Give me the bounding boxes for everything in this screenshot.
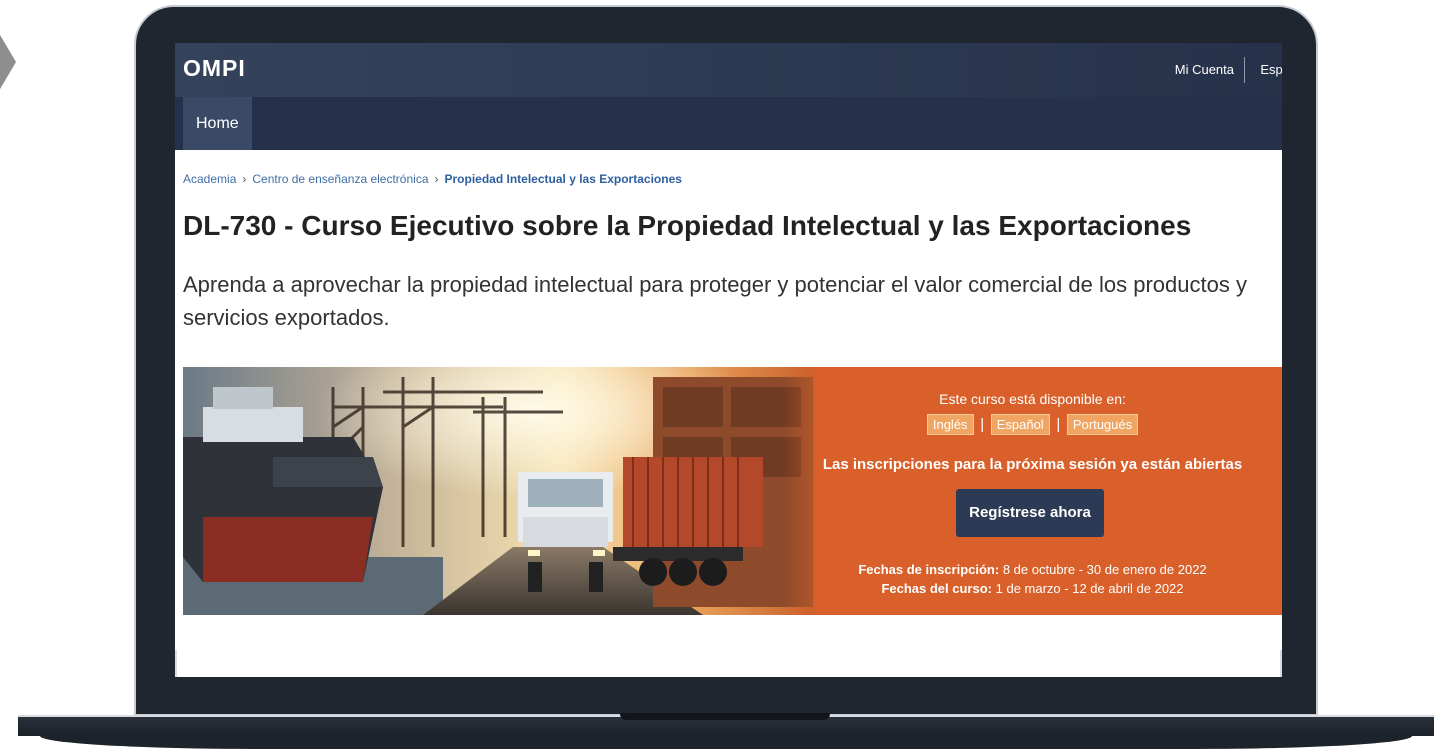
register-now-button[interactable]: Regístrese ahora <box>956 489 1104 537</box>
laptop-base-bottom <box>40 736 1412 749</box>
my-account-link[interactable]: Mi Cuenta <box>1175 62 1234 77</box>
breadcrumb-separator-icon: › <box>434 172 439 186</box>
language-separator: | <box>980 416 985 433</box>
laptop-mockup: OMPI Mi Cuenta Espa Home Academia › Centro… <box>0 0 1448 749</box>
language-option-portugues[interactable]: Portugués <box>1066 414 1139 435</box>
course-dates-value: 1 de marzo - 12 de abril de 2022 <box>995 581 1184 596</box>
site-header: OMPI Mi Cuenta Espa <box>175 43 1282 97</box>
site-logo[interactable]: OMPI <box>183 55 246 82</box>
header-divider <box>1244 57 1245 83</box>
course-dates: Fechas de inscripción: 8 de octubre - 30… <box>783 560 1282 598</box>
arrow-right-icon <box>0 18 16 106</box>
page-lead: Aprenda a aprovechar la propiedad intele… <box>183 272 1247 330</box>
registration-dates-value: 8 de octubre - 30 de enero de 2022 <box>1002 562 1207 577</box>
main-nav: Home <box>175 97 1282 150</box>
nav-item-home[interactable]: Home <box>183 97 252 150</box>
ship-truck-photo <box>183 367 815 615</box>
breadcrumb: Academia › Centro de enseñanza electrónica… <box>183 172 682 186</box>
laptop-notch <box>620 713 830 720</box>
browser-screen: OMPI Mi Cuenta Espa Home Academia › Centro… <box>175 43 1282 677</box>
breadcrumb-item-centro[interactable]: Centro de enseñanza electrónica <box>252 172 428 186</box>
registration-dates-label: Fechas de inscripción: <box>858 562 1000 577</box>
registration-open-notice: Las inscripciones para la próxima sesión… <box>822 456 1243 473</box>
language-separator: | <box>1056 416 1061 433</box>
breadcrumb-current[interactable]: Propiedad Intelectual y las Exportacione… <box>445 172 682 186</box>
language-option-ingles[interactable]: Inglés <box>926 414 974 435</box>
screen-bottom-bezel <box>175 650 1282 677</box>
registration-dates: Fechas de inscripción: 8 de octubre - 30… <box>783 560 1282 579</box>
language-selector[interactable]: Espa <box>1260 62 1282 77</box>
availability-label: Este curso está disponible en: <box>939 391 1126 407</box>
course-dates-row: Fechas del curso: 1 de marzo - 12 de abr… <box>783 579 1282 598</box>
course-dates-label: Fechas del curso: <box>881 581 992 596</box>
breadcrumb-item-academia[interactable]: Academia <box>183 172 236 186</box>
language-options: Inglés | Español | Portugués <box>783 414 1282 435</box>
breadcrumb-separator-icon: › <box>242 172 247 186</box>
page-title: DL-730 - Curso Ejecutivo sobre la Propie… <box>183 210 1192 241</box>
language-option-espanol[interactable]: Español <box>990 414 1050 435</box>
course-info-panel: Este curso está disponible en: Inglés | … <box>783 367 1282 615</box>
course-banner: Este curso está disponible en: Inglés | … <box>183 367 1282 615</box>
